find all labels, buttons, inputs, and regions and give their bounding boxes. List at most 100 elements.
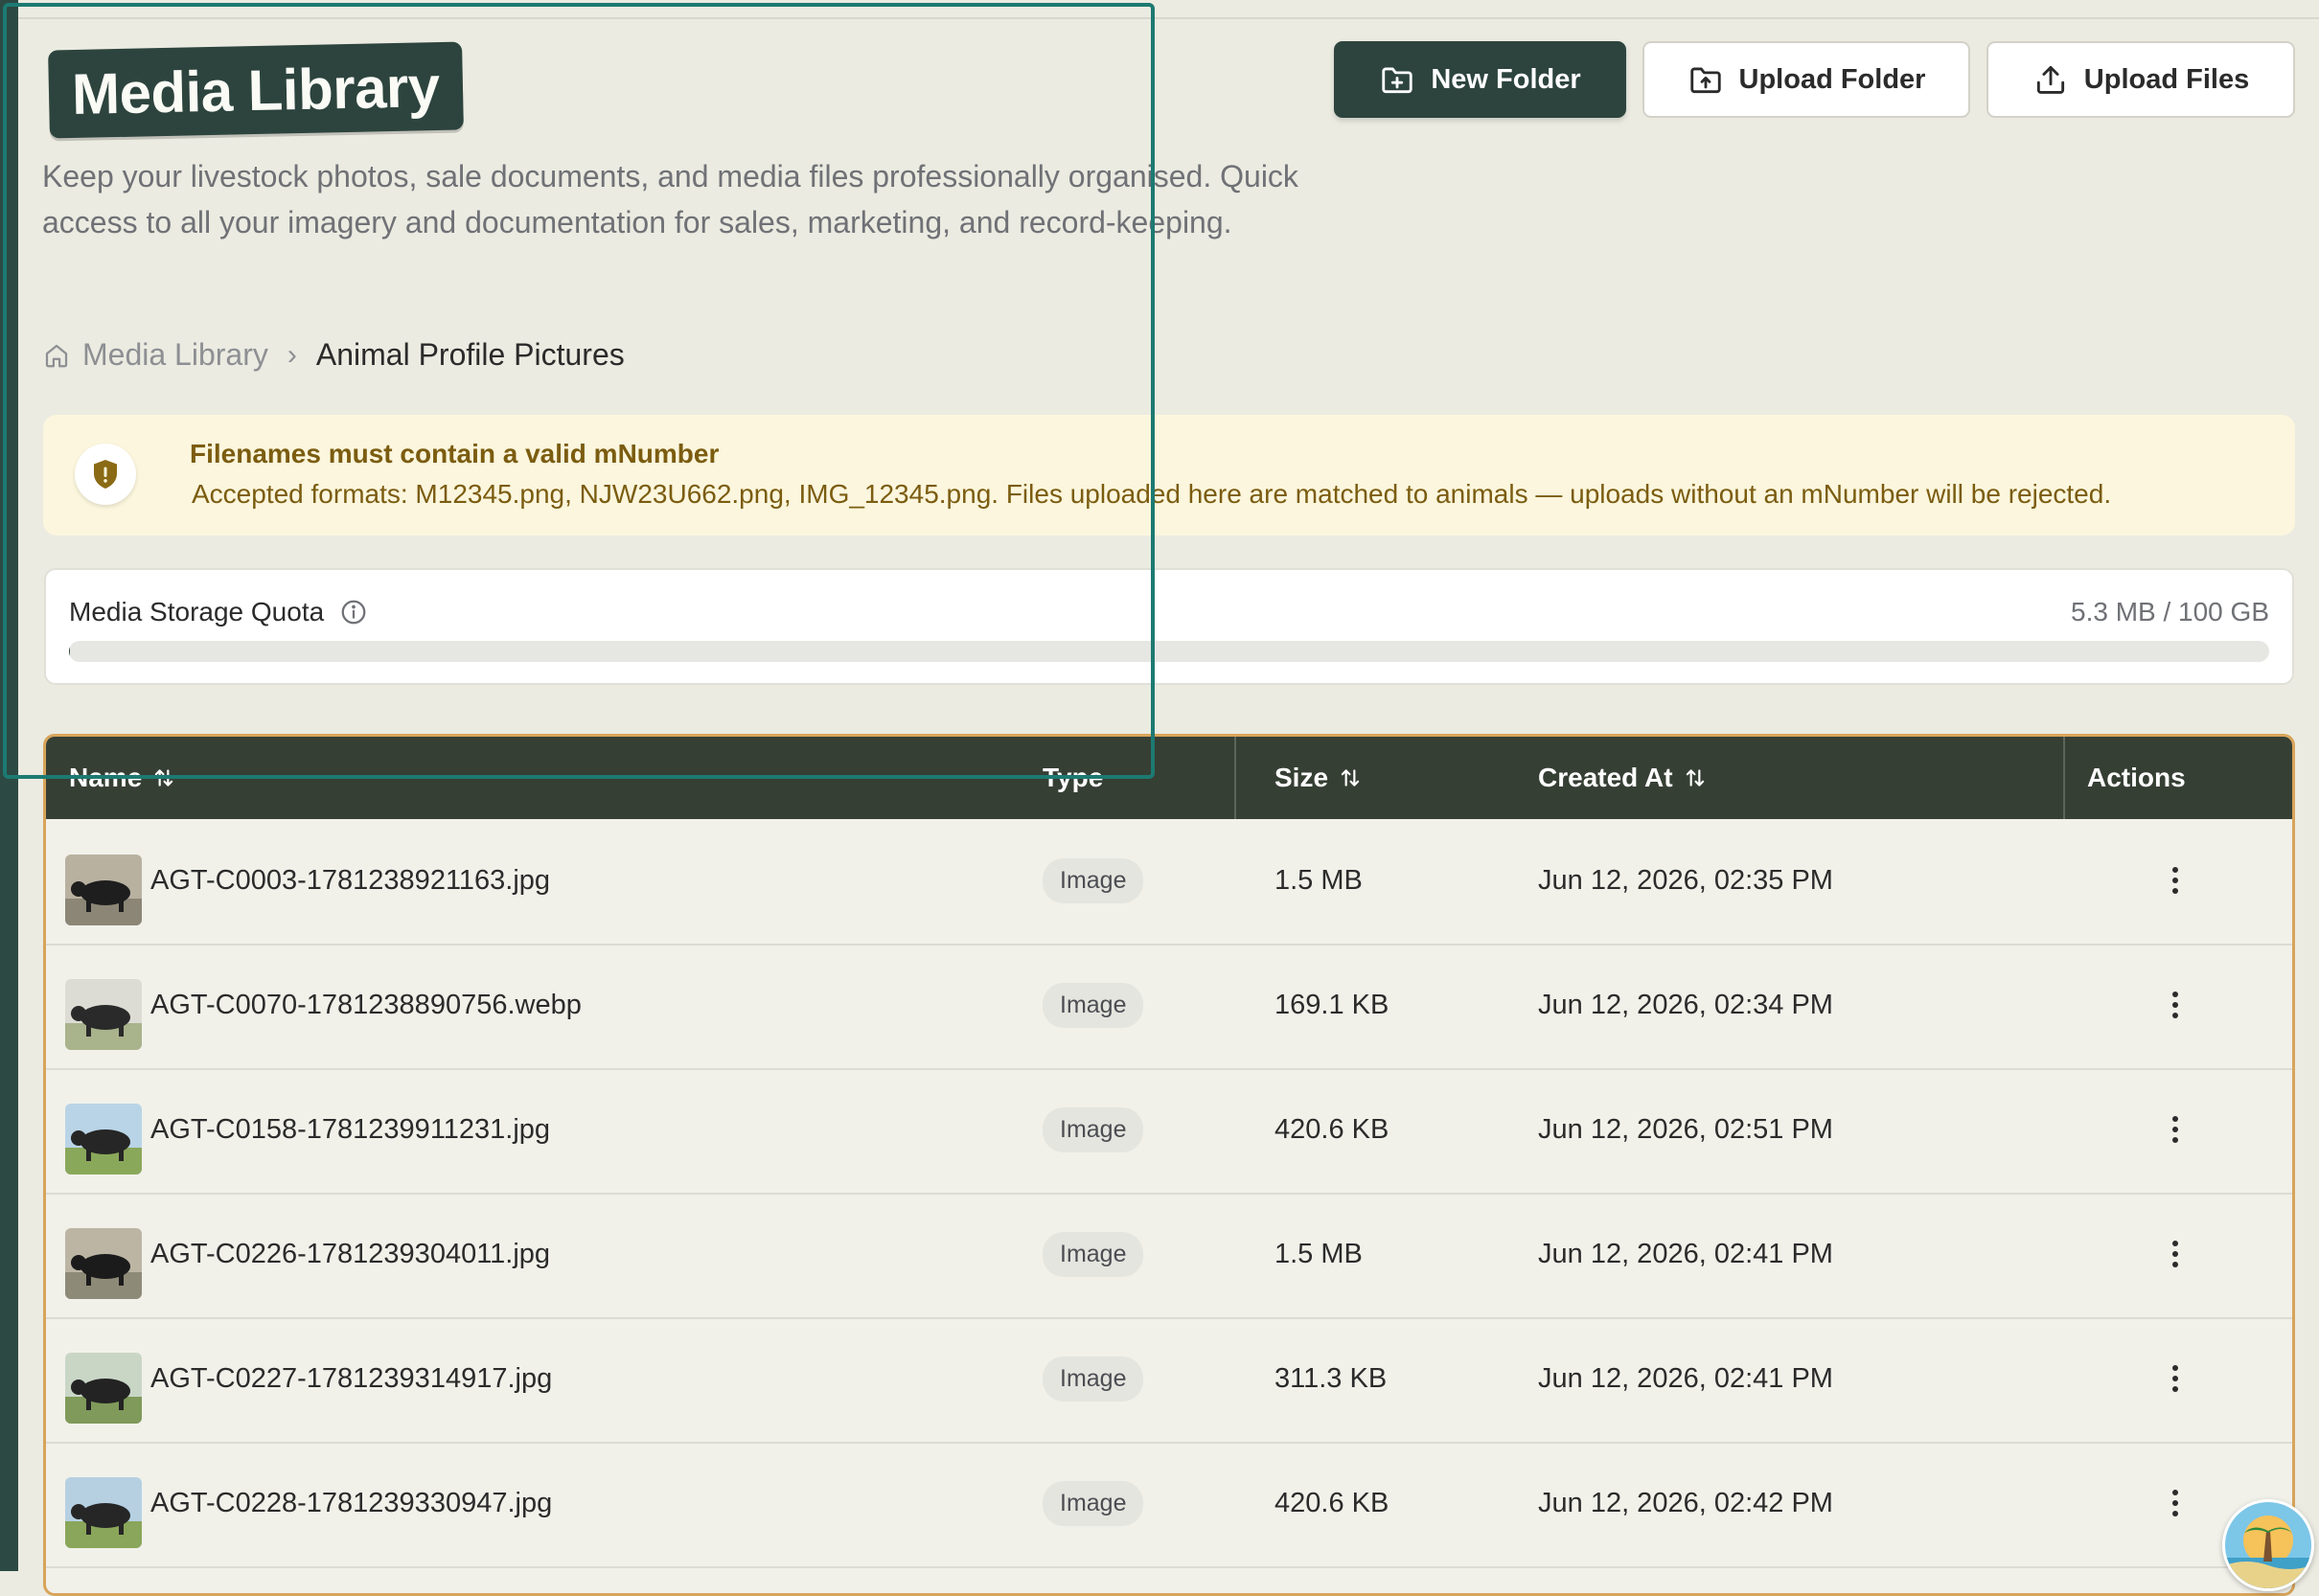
column-header-name[interactable]: Name bbox=[69, 737, 176, 819]
row-actions-button[interactable] bbox=[2156, 1235, 2194, 1273]
file-type-badge: Image bbox=[1043, 1356, 1144, 1402]
file-created-at: Jun 12, 2026, 02:34 PM bbox=[1538, 989, 1833, 1020]
chevron-right-icon: › bbox=[287, 338, 297, 371]
upload-folder-label: Upload Folder bbox=[1738, 63, 1926, 95]
file-type-badge: Image bbox=[1043, 982, 1144, 1028]
avatar-image bbox=[2225, 1502, 2311, 1588]
file-type-cell: Image bbox=[1043, 1442, 1144, 1564]
table-row[interactable]: AGT-C0226-1781239304011.jpg Image 1.5 MB Ju… bbox=[46, 1193, 2292, 1319]
row-actions-button[interactable] bbox=[2156, 1359, 2194, 1398]
column-header-size[interactable]: Size bbox=[1274, 737, 1363, 819]
column-header-type: Type bbox=[1043, 737, 1103, 819]
info-icon[interactable] bbox=[339, 598, 368, 627]
file-thumbnail bbox=[65, 1104, 142, 1174]
cattle-photo bbox=[65, 1353, 142, 1424]
quota-progress-fill bbox=[69, 641, 70, 662]
quota-label: Media Storage Quota bbox=[69, 597, 325, 627]
file-size: 169.1 KB bbox=[1274, 989, 1389, 1020]
row-actions-cell bbox=[2156, 944, 2194, 1066]
column-header-actions: Actions bbox=[2087, 737, 2186, 819]
notice-body: Accepted formats: M12345.png, NJW23U662.… bbox=[192, 479, 2112, 509]
file-thumbnail bbox=[65, 1353, 142, 1424]
more-vertical-icon bbox=[2172, 1365, 2178, 1392]
folder-upload-icon bbox=[1689, 67, 1721, 94]
home-icon bbox=[45, 344, 68, 367]
file-thumbnail bbox=[65, 855, 142, 925]
cattle-photo bbox=[65, 855, 142, 925]
file-type-cell: Image bbox=[1043, 1317, 1144, 1440]
column-header-created-at[interactable]: Created At bbox=[1538, 737, 1708, 819]
column-header-type-label: Type bbox=[1043, 763, 1104, 792]
main-content: Media Library Keep your livestock photos… bbox=[18, 0, 2319, 1596]
cattle-photo bbox=[65, 1104, 142, 1174]
file-size: 420.6 KB bbox=[1274, 1113, 1389, 1145]
upload-folder-button[interactable]: Upload Folder bbox=[1642, 41, 1970, 118]
file-name[interactable]: AGT-C0003-1781238921163.jpg bbox=[150, 819, 550, 942]
more-vertical-icon bbox=[2172, 992, 2178, 1018]
file-name[interactable]: AGT-C0226-1781239304011.jpg bbox=[150, 1193, 550, 1315]
file-thumbnail bbox=[65, 1228, 142, 1299]
row-actions-button[interactable] bbox=[2156, 861, 2194, 900]
upload-files-label: Upload Files bbox=[2083, 63, 2250, 95]
column-divider bbox=[2063, 737, 2065, 819]
storage-quota-card: Media Storage Quota 5.3 MB / 100 GB bbox=[44, 568, 2294, 685]
file-created-at: Jun 12, 2026, 02:42 PM bbox=[1538, 1487, 1833, 1518]
file-name[interactable]: AGT-C0070-1781238890756.webp bbox=[150, 944, 582, 1066]
quota-progress-bar bbox=[69, 641, 2269, 662]
file-created-at: Jun 12, 2026, 02:51 PM bbox=[1538, 1113, 1833, 1145]
cattle-photo bbox=[65, 1228, 142, 1299]
user-avatar[interactable] bbox=[2222, 1499, 2314, 1591]
column-header-size-label: Size bbox=[1274, 763, 1329, 792]
file-type-badge: Image bbox=[1043, 1480, 1144, 1526]
sidebar-edge bbox=[0, 0, 18, 1571]
row-actions-button[interactable] bbox=[2156, 1484, 2194, 1522]
toolbar: New Folder Upload Folder Upload Files bbox=[1334, 41, 2295, 118]
file-size: 420.6 KB bbox=[1274, 1487, 1389, 1518]
file-type-cell: Image bbox=[1043, 819, 1144, 942]
sort-arrows-icon bbox=[1341, 769, 1360, 787]
notice-title: Filenames must contain a valid mNumber bbox=[190, 439, 720, 468]
file-thumbnail bbox=[65, 979, 142, 1050]
new-folder-button[interactable]: New Folder bbox=[1334, 41, 1626, 118]
file-type-badge: Image bbox=[1043, 857, 1144, 903]
sort-arrows-icon bbox=[1686, 769, 1704, 787]
more-vertical-icon bbox=[2172, 1490, 2178, 1516]
file-created-at: Jun 12, 2026, 02:41 PM bbox=[1538, 1362, 1833, 1394]
file-size: 311.3 KB bbox=[1274, 1362, 1388, 1394]
file-type-cell: Image bbox=[1043, 1068, 1144, 1191]
file-name[interactable]: AGT-C0227-1781239314917.jpg bbox=[150, 1317, 552, 1440]
file-size: 1.5 MB bbox=[1274, 1238, 1363, 1269]
shield-alert-icon bbox=[94, 460, 117, 489]
filename-notice: Filenames must contain a valid mNumber A… bbox=[43, 415, 2295, 536]
quota-label-row: Media Storage Quota bbox=[69, 597, 368, 627]
table-row[interactable]: AGT-C0228-1781239330947.jpg Image 420.6 KB… bbox=[46, 1442, 2292, 1568]
breadcrumb-root-label: Media Library bbox=[82, 337, 268, 372]
table-row[interactable]: AGT-C0158-1781239911231.jpg Image 420.6 KB… bbox=[46, 1068, 2292, 1195]
upload-files-button[interactable]: Upload Files bbox=[1986, 41, 2295, 118]
row-actions-cell bbox=[2156, 1193, 2194, 1315]
column-divider bbox=[1234, 737, 1236, 819]
table-row[interactable]: AGT-C0227-1781239314917.jpg Image 311.3 KB… bbox=[46, 1317, 2292, 1444]
table-row[interactable]: AGT-C0003-1781238921163.jpg Image 1.5 MB Ju… bbox=[46, 819, 2292, 946]
row-actions-button[interactable] bbox=[2156, 986, 2194, 1024]
file-thumbnail bbox=[65, 1477, 142, 1548]
more-vertical-icon bbox=[2172, 1116, 2178, 1143]
file-created-at: Jun 12, 2026, 02:41 PM bbox=[1538, 1238, 1833, 1269]
breadcrumb-root-link[interactable]: Media Library bbox=[42, 337, 268, 373]
page-subtitle: Keep your livestock photos, sale documen… bbox=[42, 159, 1298, 239]
table-header: Name Type Size Created At Actions bbox=[46, 737, 2292, 819]
breadcrumb: Media Library › Animal Profile Pictures bbox=[42, 337, 625, 373]
file-type-cell: Image bbox=[1043, 944, 1144, 1066]
file-name[interactable]: AGT-C0228-1781239330947.jpg bbox=[150, 1442, 552, 1564]
file-name[interactable]: AGT-C0158-1781239911231.jpg bbox=[150, 1068, 550, 1191]
table-row[interactable]: AGT-C0070-1781238890756.webp Image 169.1 K… bbox=[46, 944, 2292, 1070]
cattle-photo bbox=[65, 979, 142, 1050]
cattle-photo bbox=[65, 1477, 142, 1548]
row-actions-cell bbox=[2156, 1317, 2194, 1440]
file-type-badge: Image bbox=[1043, 1231, 1144, 1277]
row-actions-button[interactable] bbox=[2156, 1110, 2194, 1149]
row-actions-cell bbox=[2156, 1068, 2194, 1191]
breadcrumb-current: Animal Profile Pictures bbox=[315, 337, 625, 372]
media-table: Name Type Size Created At Actions AGT-C0… bbox=[43, 734, 2295, 1596]
column-header-created-at-label: Created At bbox=[1538, 763, 1673, 792]
